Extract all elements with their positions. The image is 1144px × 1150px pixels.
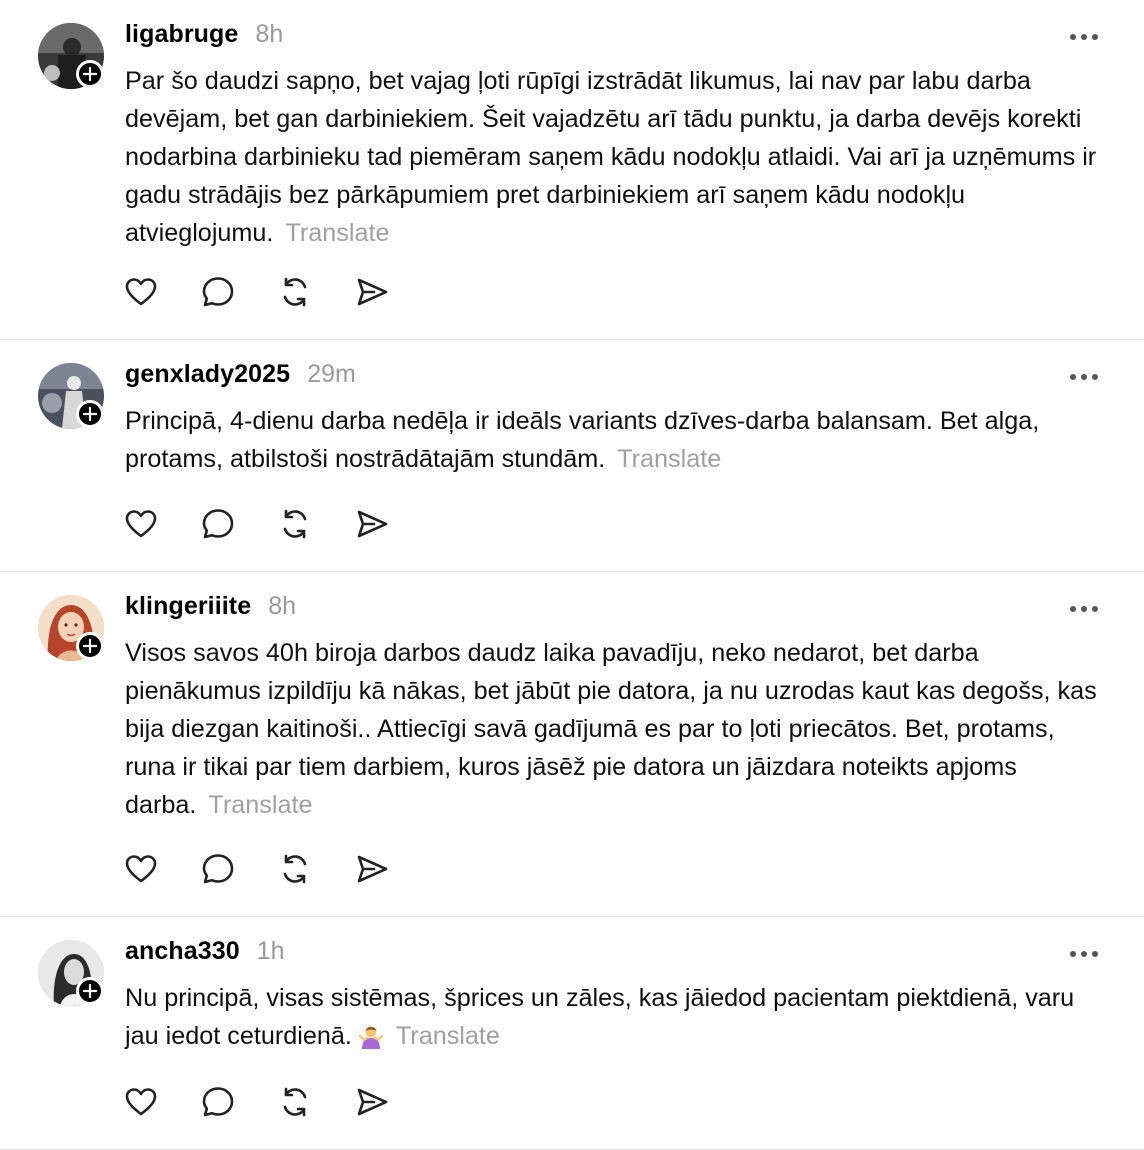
follow-button[interactable] [76, 632, 104, 660]
post-header: ancha330 1h [125, 937, 285, 971]
share-button[interactable] [355, 507, 389, 541]
post: klingeriiite 8h Visos savos 40h biroja d… [0, 572, 1144, 917]
send-icon [357, 855, 388, 883]
avatar-container[interactable] [38, 940, 104, 1006]
timestamp[interactable]: 1h [257, 937, 285, 966]
username[interactable]: ancha330 [125, 937, 240, 966]
action-bar [124, 852, 389, 886]
post-body: Nu principā, visas sistēmas, šprices un … [125, 984, 1075, 1050]
post-body: Principā, 4-dienu darba nedēļa ir ideāls… [125, 407, 1040, 473]
send-icon [357, 278, 388, 306]
follow-button[interactable] [76, 60, 104, 88]
more-button[interactable] [1064, 367, 1104, 387]
repost-button[interactable] [278, 1085, 312, 1119]
translate-link[interactable]: Translate [617, 445, 721, 473]
post-body: Par šo daudzi sapņo, bet vajag ļoti rūpī… [125, 67, 1097, 247]
comment-icon [202, 1087, 234, 1117]
repost-button[interactable] [278, 275, 312, 309]
more-button[interactable] [1064, 944, 1104, 964]
like-button[interactable] [124, 275, 158, 309]
share-button[interactable] [355, 852, 389, 886]
reply-button[interactable] [201, 275, 235, 309]
repost-icon [283, 854, 307, 884]
comment-icon [202, 854, 234, 884]
action-bar [124, 507, 389, 541]
avatar-container[interactable] [38, 23, 104, 89]
repost-icon [283, 1087, 307, 1117]
username[interactable]: klingeriiite [125, 592, 251, 621]
like-button[interactable] [124, 852, 158, 886]
post-text: Nu principā, visas sistēmas, šprices un … [125, 979, 1110, 1055]
username[interactable]: genxlady2025 [125, 360, 290, 389]
post-header: klingeriiite 8h [125, 592, 296, 626]
avatar-container[interactable] [38, 363, 104, 429]
more-icon [1070, 951, 1076, 957]
post: ligabruge 8h Par šo daudzi sapņo, bet va… [0, 0, 1144, 340]
post-text: Principā, 4-dienu darba nedēļa ir ideāls… [125, 402, 1110, 478]
timestamp[interactable]: 29m [307, 360, 356, 389]
send-icon [357, 1088, 388, 1116]
heart-icon [125, 1088, 157, 1116]
reply-button[interactable] [201, 1085, 235, 1119]
share-button[interactable] [355, 1085, 389, 1119]
post: genxlady2025 29m Principā, 4-dienu darba… [0, 340, 1144, 572]
translate-link[interactable]: Translate [396, 1022, 500, 1050]
translate-link[interactable]: Translate [285, 219, 389, 247]
action-bar [124, 1085, 389, 1119]
share-button[interactable] [355, 275, 389, 309]
username[interactable]: ligabruge [125, 20, 238, 49]
plus-icon [83, 984, 97, 998]
more-button[interactable] [1064, 599, 1104, 619]
like-button[interactable] [124, 1085, 158, 1119]
thread-feed: ligabruge 8h Par šo daudzi sapņo, bet va… [0, 0, 1144, 1150]
comment-icon [202, 277, 234, 307]
post-header: ligabruge 8h [125, 20, 283, 54]
plus-icon [83, 67, 97, 81]
heart-icon [125, 278, 157, 306]
repost-button[interactable] [278, 507, 312, 541]
post-header: genxlady2025 29m [125, 360, 356, 394]
send-icon [357, 510, 388, 538]
timestamp[interactable]: 8h [268, 592, 296, 621]
like-button[interactable] [124, 507, 158, 541]
reply-button[interactable] [201, 507, 235, 541]
heart-icon [125, 510, 157, 538]
timestamp[interactable]: 8h [255, 20, 283, 49]
more-icon [1070, 34, 1076, 40]
repost-button[interactable] [278, 852, 312, 886]
post-text: Visos savos 40h biroja darbos daudz laik… [125, 634, 1110, 824]
action-bar [124, 275, 389, 309]
comment-icon [202, 509, 234, 539]
post: ancha330 1h Nu principā, visas sistēmas,… [0, 917, 1144, 1150]
plus-icon [83, 639, 97, 653]
more-icon [1070, 374, 1076, 380]
translate-link[interactable]: Translate [208, 791, 312, 819]
repost-icon [283, 509, 307, 539]
heart-icon [125, 855, 157, 883]
avatar-container[interactable] [38, 595, 104, 661]
plus-icon [83, 407, 97, 421]
repost-icon [283, 277, 307, 307]
follow-button[interactable] [76, 400, 104, 428]
more-button[interactable] [1064, 27, 1104, 47]
reply-button[interactable] [201, 852, 235, 886]
post-text: Par šo daudzi sapņo, bet vajag ļoti rūpī… [125, 62, 1110, 252]
person-shrugging-emoji [358, 1026, 383, 1049]
more-icon [1070, 606, 1076, 612]
follow-button[interactable] [76, 977, 104, 1005]
